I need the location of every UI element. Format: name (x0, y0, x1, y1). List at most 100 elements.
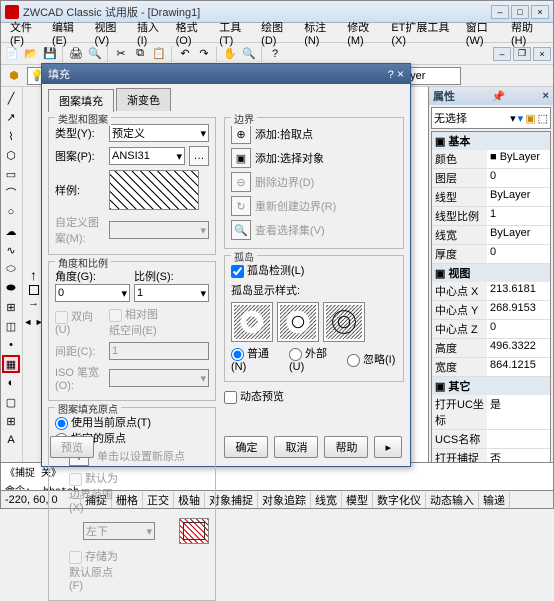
undo-icon[interactable]: ↶ (176, 45, 194, 63)
spacing-label: 间距(C): (55, 343, 105, 359)
save-icon[interactable]: 💾 (41, 45, 59, 63)
tab-gradient[interactable]: 渐变色 (116, 88, 171, 111)
dynamic-preview-checkbox[interactable] (224, 391, 237, 404)
spline-icon[interactable]: ∿ (2, 241, 20, 259)
help-button[interactable]: 帮助 (324, 436, 368, 458)
insert-icon[interactable]: ⊞ (2, 298, 20, 316)
menu-item[interactable]: 标注(N) (299, 17, 342, 49)
pattern-browse-button[interactable]: … (189, 146, 209, 166)
chevron-down-icon[interactable]: ▾ (510, 112, 516, 125)
prop-value[interactable]: 213.6181 (487, 282, 550, 300)
preview-icon[interactable]: 🔍 (86, 45, 104, 63)
island-normal-preview[interactable] (231, 302, 273, 342)
table-icon[interactable]: ⊞ (2, 412, 20, 430)
dialog-help-icon[interactable]: ? (388, 69, 394, 81)
use-current-origin-radio[interactable] (55, 417, 68, 430)
island-outer-preview[interactable] (277, 302, 319, 342)
group-origin: 图案填充原点 (55, 401, 121, 416)
dialog-close-icon[interactable]: × (397, 67, 404, 81)
pattern-combo[interactable]: ANSI31▾ (109, 147, 185, 165)
layer-props-icon[interactable]: ⬢ (5, 67, 23, 85)
menu-item[interactable]: 帮助(H) (506, 17, 549, 49)
menu-item[interactable]: 窗口(W) (461, 17, 506, 49)
region-icon[interactable]: ▢ (2, 393, 20, 411)
pick-icon[interactable]: ▣ (525, 112, 535, 125)
island-ignore-radio[interactable] (347, 354, 360, 367)
qselect-icon[interactable]: ⬚ (538, 112, 548, 125)
ok-button[interactable]: 确定 (224, 436, 268, 458)
point-icon[interactable]: • (2, 336, 20, 354)
new-icon[interactable]: 📄 (3, 45, 21, 63)
prop-value[interactable]: 0 (487, 169, 550, 187)
prop-value[interactable] (487, 430, 550, 448)
copy-icon[interactable]: ⧉ (131, 45, 149, 63)
status-toggle[interactable]: 动态输入 (426, 492, 479, 508)
help-icon[interactable]: ? (266, 45, 284, 63)
text-icon[interactable]: A (2, 431, 20, 449)
doc-restore-button[interactable]: ❐ (513, 47, 531, 61)
prop-value[interactable]: 是 (487, 395, 550, 429)
prop-value[interactable]: ■ ByLayer (487, 150, 550, 168)
redo-icon[interactable]: ↷ (195, 45, 213, 63)
circle-icon[interactable]: ○ (2, 203, 20, 221)
prop-value[interactable]: 496.3322 (487, 339, 550, 357)
doc-close-button[interactable]: × (533, 47, 551, 61)
print-icon[interactable]: 🖨 (67, 45, 85, 63)
add-select-button[interactable]: ▣ (231, 148, 251, 168)
island-outer-radio[interactable] (289, 348, 302, 361)
collapse-icon[interactable]: ▣ (435, 380, 445, 393)
angle-combo[interactable]: 0▾ (55, 284, 130, 302)
cut-icon[interactable]: ✂ (112, 45, 130, 63)
prop-value[interactable]: 0 (487, 245, 550, 263)
line-icon[interactable]: ╱ (2, 89, 20, 107)
expand-button[interactable]: ▸ (374, 436, 402, 458)
hatch-icon[interactable]: ▦ (2, 355, 20, 373)
ellipse-arc-icon[interactable]: ⬬ (2, 279, 20, 297)
doc-minimize-button[interactable]: – (493, 47, 511, 61)
arc-icon[interactable]: ⌒ (2, 184, 20, 202)
ellipse-icon[interactable]: ⬭ (2, 260, 20, 278)
status-toggle[interactable]: 对象追踪 (258, 492, 311, 508)
prop-value[interactable]: 1 (487, 207, 550, 225)
add-pick-button[interactable]: ⊕ (231, 124, 251, 144)
menu-item[interactable]: ET扩展工具(X) (386, 17, 460, 49)
gradient-icon[interactable]: ◐ (2, 374, 20, 392)
prop-value[interactable]: 864.1215 (487, 358, 550, 376)
collapse-icon[interactable]: ▣ (435, 135, 445, 148)
island-detect-checkbox[interactable] (231, 265, 244, 278)
scale-combo[interactable]: 1▾ (134, 284, 209, 302)
panel-pin-icon[interactable]: 📌 (492, 90, 506, 103)
zoom-icon[interactable]: 🔍 (240, 45, 258, 63)
status-toggle[interactable]: 数字化仪 (373, 492, 426, 508)
cancel-button[interactable]: 取消 (274, 436, 318, 458)
pattern-swatch[interactable] (109, 170, 199, 210)
block-icon[interactable]: ◫ (2, 317, 20, 335)
selection-combo[interactable]: 无选择 (434, 110, 508, 126)
paste-icon[interactable]: 📋 (150, 45, 168, 63)
spacing-input: 1 (109, 342, 209, 360)
revcloud-icon[interactable]: ☁ (2, 222, 20, 240)
pan-icon[interactable]: ✋ (221, 45, 239, 63)
prop-value[interactable]: ByLayer (487, 188, 550, 206)
status-toggle[interactable]: 线宽 (311, 492, 342, 508)
rectangle-icon[interactable]: ▭ (2, 165, 20, 183)
island-normal-radio[interactable] (231, 348, 244, 361)
xline-icon[interactable]: ↗ (2, 108, 20, 126)
relative-checkbox (109, 309, 122, 322)
panel-close-icon[interactable]: × (543, 90, 549, 102)
prop-value[interactable]: 268.9153 (487, 301, 550, 319)
pline-icon[interactable]: ⌇ (2, 127, 20, 145)
island-ignore-preview[interactable] (323, 302, 365, 342)
filter-icon[interactable]: ▾ (518, 112, 524, 125)
prop-value[interactable]: 0 (487, 320, 550, 338)
polygon-icon[interactable]: ⬡ (2, 146, 20, 164)
sample-label: 样例: (55, 182, 105, 198)
status-toggle[interactable]: 模型 (342, 492, 373, 508)
open-icon[interactable]: 📂 (22, 45, 40, 63)
status-toggle[interactable]: 输递 (479, 492, 510, 508)
menu-item[interactable]: 修改(M) (342, 17, 386, 49)
prop-value[interactable]: ByLayer (487, 226, 550, 244)
collapse-icon[interactable]: ▣ (435, 267, 445, 280)
type-combo[interactable]: 预定义▾ (109, 124, 209, 142)
tab-hatch[interactable]: 图案填充 (48, 89, 114, 112)
